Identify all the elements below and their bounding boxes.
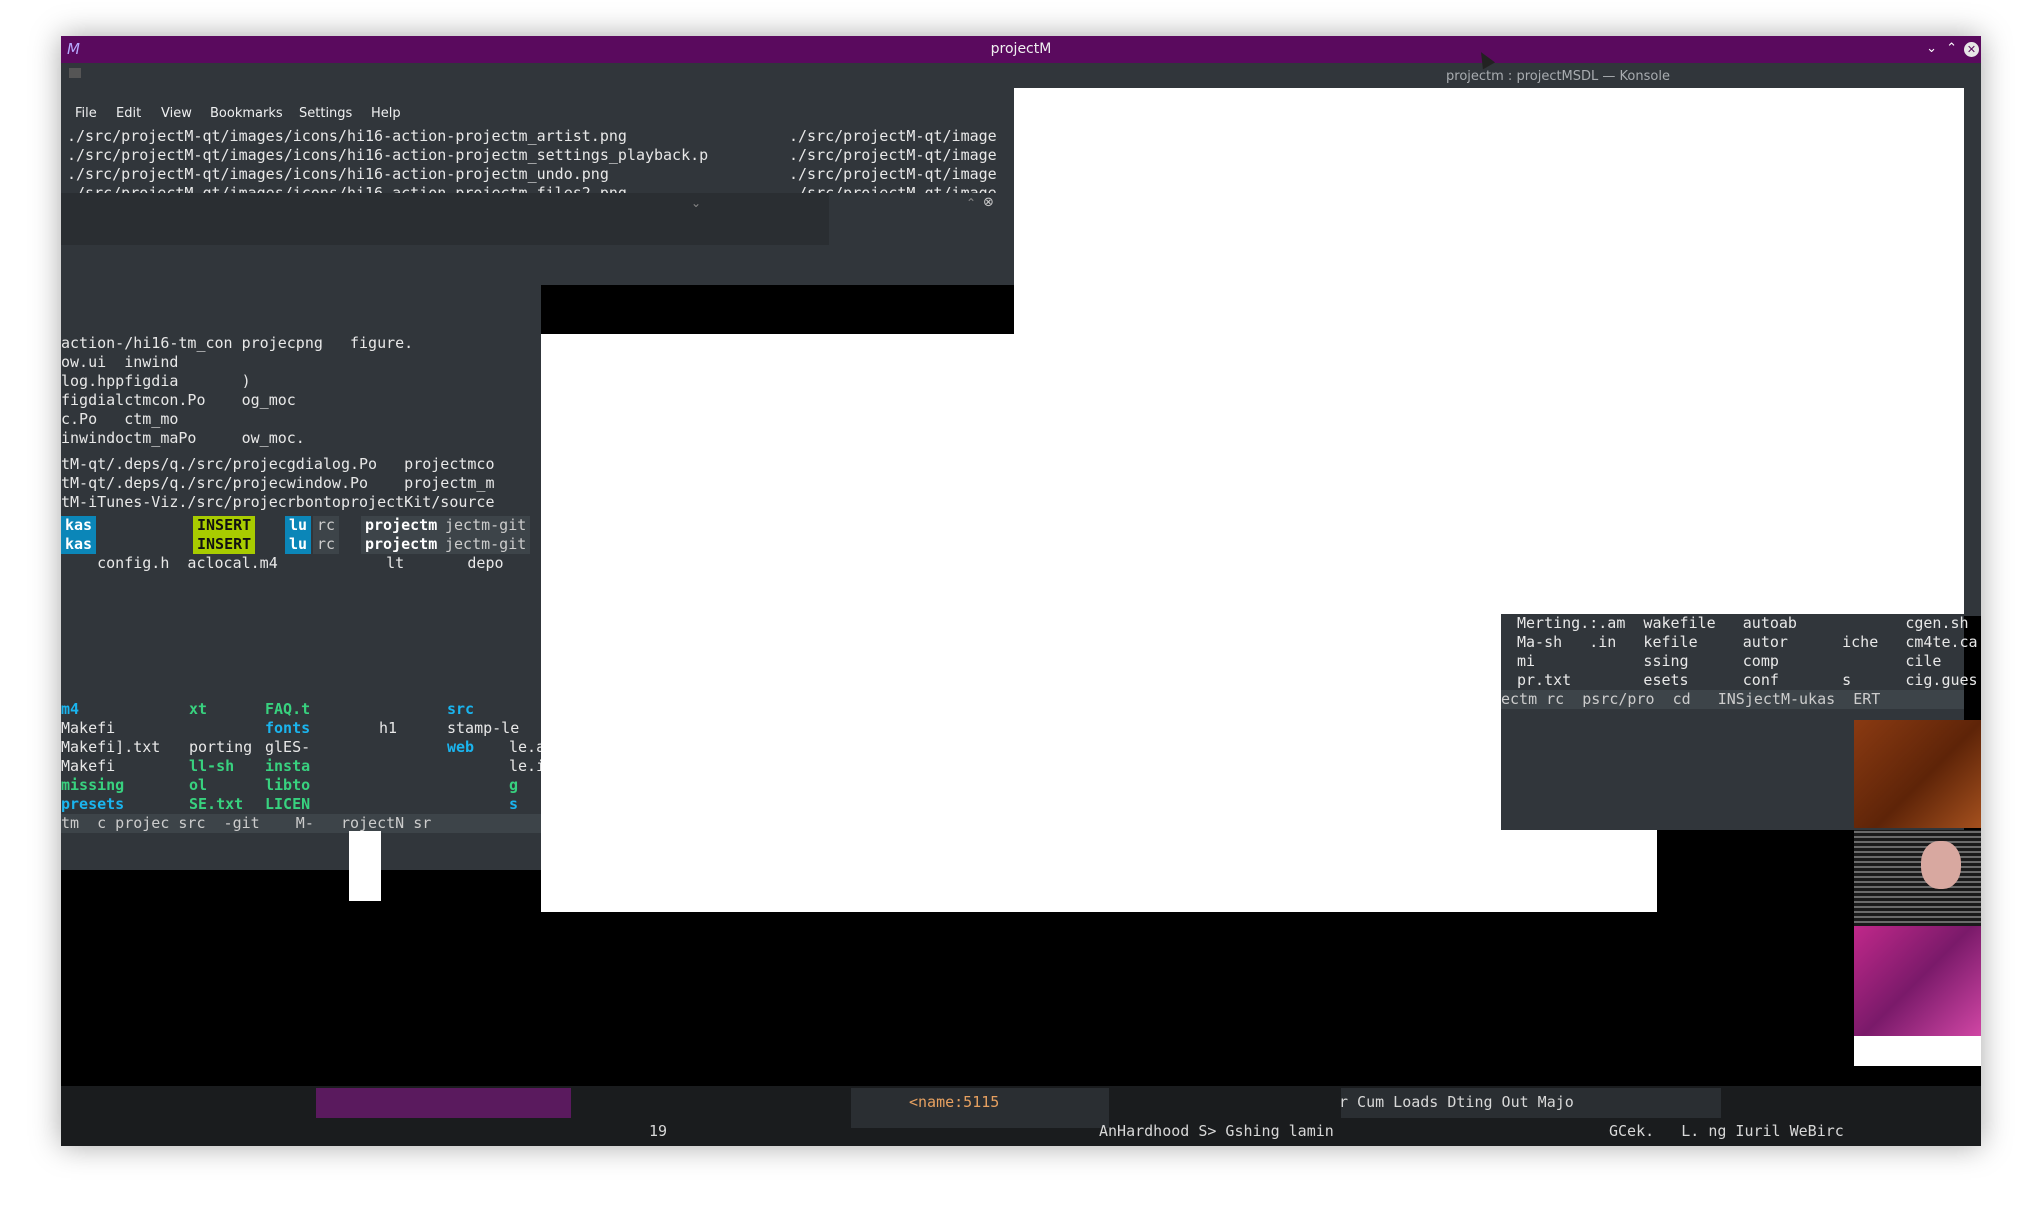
terminal-line: c.Po ctm_mo: [61, 410, 179, 428]
ls-entry: xt: [189, 700, 208, 718]
terminal-line: figdialctmcon.Po og_moc: [61, 391, 296, 409]
terminal-line: tM-qt/.deps/q./src/projecgdialog.Po proj…: [61, 455, 495, 473]
ls-entry: stamp-le: [447, 719, 520, 737]
terminal-line: action-/hi16-tm_con projecpng figure.: [61, 334, 414, 352]
prompt-host: lu: [285, 535, 312, 554]
terminal-line: inwindoctm_maPo ow_moc.: [61, 429, 305, 447]
menu-bookmarks[interactable]: Bookmarks: [210, 106, 283, 121]
ls-entry: le.i: [509, 757, 546, 775]
wallpaper-thumbnail: [1854, 720, 1981, 828]
prompt-user: kas: [61, 535, 97, 554]
terminal-line: ./src/projectM-qt/image: [789, 165, 997, 183]
prompt-mode: INSERT: [193, 516, 256, 535]
ls-entry: LICEN: [265, 795, 311, 813]
blank-overlay: [541, 334, 1657, 912]
ls-entry: h1: [379, 719, 398, 737]
terminal-line: Ma-sh .in kefile autor iche cm4te.ca: [1517, 633, 1978, 651]
minimize-icon[interactable]: ⌄: [1926, 41, 1937, 56]
ls-entry: g: [509, 776, 519, 794]
prompt-dir: projectm: [361, 516, 442, 535]
ls-entry: src: [447, 700, 475, 718]
ls-entry: libto: [265, 776, 311, 794]
visualizer-thumbnail: [1854, 926, 1981, 1036]
code-snippet: <name:5115: [909, 1093, 1000, 1111]
konsole-title: projectm : projectMSDL — Konsole: [1446, 69, 1670, 84]
terminal-line: ./src/projectM-qt/image: [789, 127, 997, 145]
title-bar: M projectM ⌄ ⌃ ✕: [61, 36, 1981, 65]
terminal-line: ./src/projectM-qt/images/icons/hi16-acti…: [67, 184, 627, 193]
prompt-user: kas: [61, 516, 97, 535]
window-title: projectM: [990, 41, 1052, 57]
text-snippet: GCek. L. ng Iuril WeBirc: [1609, 1122, 1844, 1140]
prompt-git: jectm-git: [441, 535, 531, 554]
ls-entry: web: [447, 738, 475, 756]
line-number: 19: [649, 1122, 668, 1140]
chevron-down-icon[interactable]: ⌄: [691, 196, 701, 210]
blank-overlay: [1657, 334, 1964, 614]
menu-edit[interactable]: Edit: [116, 106, 141, 121]
ls-entry: s: [509, 795, 519, 813]
terminal-line: Merting.:.am wakefile autoab cgen.sh: [1517, 614, 1969, 632]
text-snippet: r Cum Loads Dting Out Majo: [1339, 1093, 1574, 1111]
video-thumbnail: [1854, 830, 1981, 926]
maximize-icon[interactable]: ⌃: [1946, 41, 1957, 56]
portrait-image: [1921, 841, 1961, 889]
terminal-line: mi ssing comp cile: [1517, 652, 1942, 670]
ls-entry: ll-sh: [189, 757, 235, 775]
ls-entry: missing: [61, 776, 125, 794]
prompt-git: jectm-git: [441, 516, 531, 535]
terminal-line: ./src/projectM-qt/images/icons/hi16-acti…: [67, 146, 709, 164]
projectm-window: M projectM ⌄ ⌃ ✕ projectm : projectMSDL …: [61, 36, 1981, 1146]
konsole-app-icon: [69, 68, 81, 78]
terminal-line: ./src/projectM-qt/image: [789, 146, 997, 164]
tab-strip-segment: [316, 1088, 571, 1118]
terminal-line: tM-iTunes-Viz./src/projecrbontoprojectKi…: [61, 493, 495, 511]
ls-entry: Makefi].txt: [61, 738, 161, 756]
ls-entry: insta: [265, 757, 311, 775]
terminal-line: ./src/projectM-qt/images/icons/hi16-acti…: [67, 165, 609, 183]
prompt-rc: rc: [313, 516, 340, 535]
menu-help[interactable]: Help: [371, 106, 401, 121]
ls-entry: fonts: [265, 719, 311, 737]
right-prompt: ectm rc psrc/pro cd INSjectM-ukas ERT: [1501, 690, 1881, 708]
prompt-mode: INSERT: [193, 535, 256, 554]
ls-entry: FAQ.t: [265, 700, 311, 718]
menu-file[interactable]: File: [75, 106, 97, 121]
search-bar[interactable]: [61, 193, 829, 245]
terminal-line: pr.txt esets conf s cig.gues: [1517, 671, 1978, 689]
blank-overlay: [349, 831, 381, 901]
chevron-up-icon[interactable]: ⌃: [966, 196, 976, 210]
terminal-line: config.h aclocal.m4 lt depo: [61, 554, 504, 572]
close-search-icon[interactable]: ⊗: [983, 195, 994, 210]
menu-view[interactable]: View: [161, 106, 192, 121]
ls-entry: Makefi: [61, 719, 116, 737]
ls-entry: le.a: [509, 738, 546, 756]
ls-entry: glES-: [265, 738, 311, 756]
terminal-line: log.hppfigdia ): [61, 372, 251, 390]
terminal-line: ./src/projectM-qt/images/icons/hi16-acti…: [67, 127, 627, 145]
close-icon[interactable]: ✕: [1964, 42, 1979, 57]
right-scroll-terminal: [1964, 116, 1981, 616]
prompt-host: lu: [285, 516, 312, 535]
prompt-rc: rc: [313, 535, 340, 554]
thumbnail-gap: [1854, 1036, 1981, 1066]
terminal-line: tM-qt/.deps/q./src/projecwindow.Po proje…: [61, 474, 495, 492]
menu-settings[interactable]: Settings: [299, 106, 352, 121]
ls-entry: SE.txt: [189, 795, 244, 813]
text-snippet: AnHardhood S> Gshing lamin: [1099, 1122, 1334, 1140]
ls-entry: presets: [61, 795, 125, 813]
ls-entry: Makefi: [61, 757, 116, 775]
ls-entry: ol: [189, 776, 208, 794]
prompt-dir: projectm: [361, 535, 442, 554]
terminal-line: ow.ui inwind: [61, 353, 179, 371]
terminal-line: ./src/projectM-qt/image: [789, 184, 997, 193]
ls-entry: m4: [61, 700, 80, 718]
ls-entry: porting: [189, 738, 253, 756]
